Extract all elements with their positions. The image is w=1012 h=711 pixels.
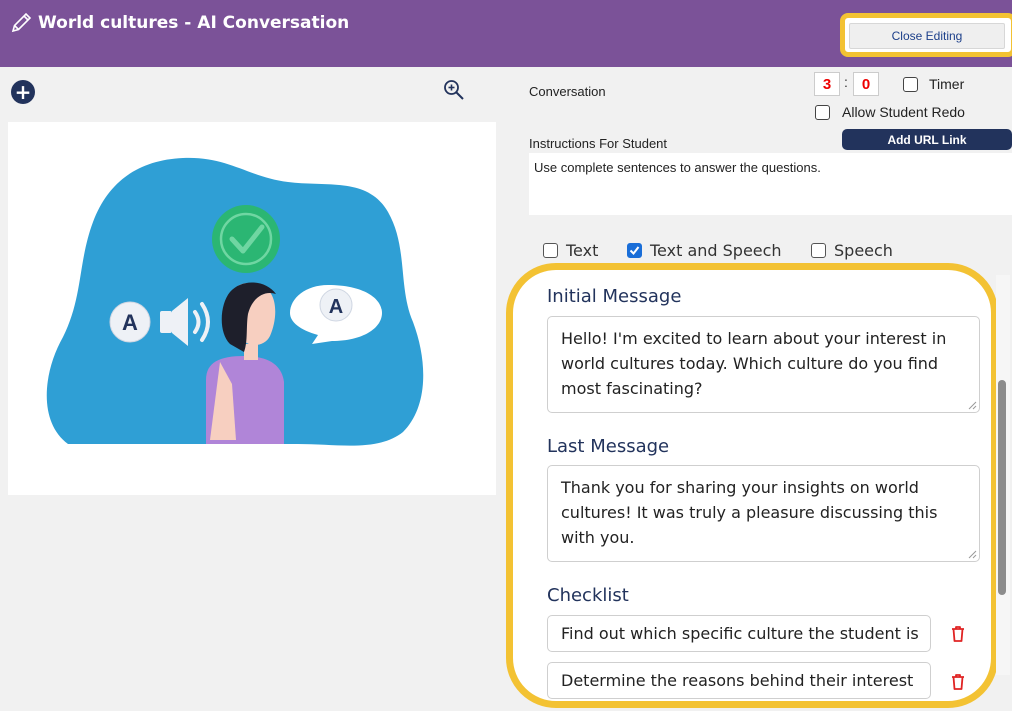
timer-minutes-input[interactable]: 3 <box>814 72 840 96</box>
conversation-illustration: A A <box>46 157 424 446</box>
mode-label-text: Text <box>566 240 599 260</box>
checkmark-icon <box>629 245 640 255</box>
instructions-input[interactable]: Use complete sentences to answer the que… <box>529 153 1012 215</box>
close-editing-highlight: Close Editing <box>840 13 1012 57</box>
checklist-item-input[interactable]: Determine the reasons behind their inter… <box>547 662 931 699</box>
illustration-panel: A A <box>8 122 496 495</box>
zoom-in-icon[interactable] <box>442 78 466 106</box>
checklist-item-input[interactable]: Find out which specific culture the stud… <box>547 615 931 652</box>
allow-redo-checkbox[interactable] <box>815 105 830 120</box>
last-message-text: Thank you for sharing your insights on w… <box>561 478 938 547</box>
timer-colon: : <box>844 74 848 90</box>
timer-checkbox[interactable] <box>903 77 918 92</box>
title-text: World cultures - AI Conversation <box>38 13 350 33</box>
initial-message-label: Initial Message <box>547 286 682 307</box>
right-badge-letter: A <box>329 296 343 318</box>
initial-message-input[interactable]: Hello! I'm excited to learn about your i… <box>547 316 980 413</box>
message-editor-card: Initial Message Hello! I'm excited to le… <box>506 263 998 708</box>
mode-checkbox-text[interactable] <box>543 242 558 258</box>
add-url-link-button[interactable]: Add URL Link <box>842 129 1012 150</box>
mode-option-text[interactable]: Text <box>543 240 598 260</box>
allow-redo-label: Allow Student Redo <box>842 104 965 120</box>
initial-message-text: Hello! I'm excited to learn about your i… <box>561 329 947 398</box>
page-title: World cultures - AI Conversation <box>8 10 349 36</box>
left-badge-letter: A <box>122 310 138 335</box>
instructions-label: Instructions For Student <box>529 136 668 151</box>
timer-seconds-input[interactable]: 0 <box>853 72 879 96</box>
pencil-icon <box>8 10 34 36</box>
mode-label-text-and-speech: Text and Speech <box>650 240 782 260</box>
mode-checkbox-speech[interactable] <box>811 242 826 258</box>
close-editing-button[interactable]: Close Editing <box>849 23 1005 49</box>
trash-icon[interactable] <box>950 673 966 691</box>
mode-option-speech[interactable]: Speech <box>811 240 893 260</box>
checklist-label: Checklist <box>547 585 629 606</box>
trash-icon[interactable] <box>950 625 966 643</box>
last-message-label: Last Message <box>547 436 670 457</box>
mode-option-text-and-speech[interactable]: Text and Speech <box>627 240 782 260</box>
header-bar: World cultures - AI Conversation Close E… <box>0 0 1012 67</box>
last-message-input[interactable]: Thank you for sharing your insights on w… <box>547 465 980 562</box>
timer-label: Timer <box>929 76 965 92</box>
scrollbar-thumb[interactable] <box>998 380 1006 595</box>
add-icon[interactable]: + <box>11 80 35 104</box>
mode-label-speech: Speech <box>834 240 893 260</box>
resize-handle-icon[interactable] <box>968 401 977 410</box>
resize-handle-icon[interactable] <box>968 550 977 559</box>
conversation-label: Conversation <box>529 84 606 99</box>
mode-checkbox-text-and-speech[interactable] <box>627 242 642 258</box>
